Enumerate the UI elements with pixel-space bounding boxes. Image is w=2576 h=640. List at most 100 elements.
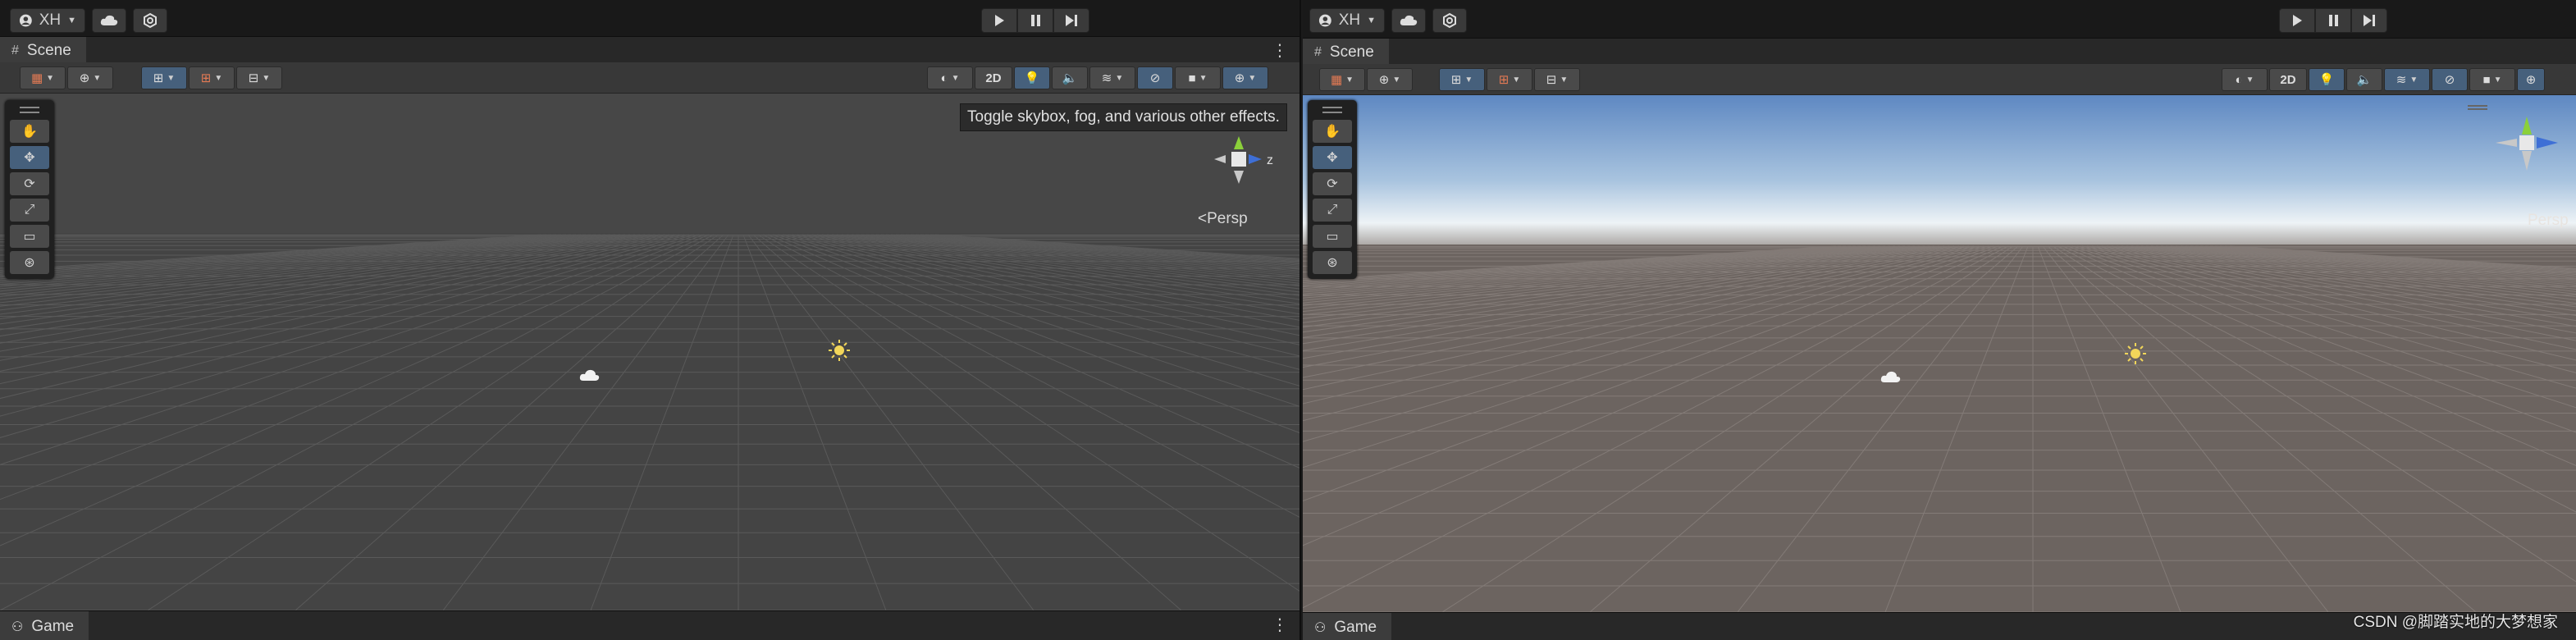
lighting-toggle-button[interactable]: 💡 [1014, 66, 1050, 89]
pause-button[interactable] [1017, 8, 1053, 33]
scene-toolbar: ▦ ▼ ⊕ ▼ ⊞ ▼ ⊞ ▼ ⊟ ▼ ◐ ▼ 2D 💡 🔈 ≋ ▼ ⊘ ■ ▼ ⊕ ▼ [0, 62, 1299, 94]
draw-mode-dropdown[interactable]: ▦ ▼ [20, 66, 66, 89]
cloud-skybox-icon[interactable] [1880, 369, 1902, 384]
scale-tool-button[interactable]: ⤢ [1313, 199, 1352, 222]
gizmos-icon: ⊕ [2525, 73, 2537, 87]
shading-mode-dropdown[interactable]: ◐ ▼ [927, 66, 973, 89]
2d-toggle-button[interactable]: 2D [975, 66, 1012, 89]
grid-icon: # [1314, 45, 1322, 59]
chevron-down-icon: ▼ [1464, 75, 1473, 85]
hand-tool-button[interactable]: ✋ [10, 120, 49, 143]
services-icon [1443, 12, 1456, 29]
increment-snap-dropdown[interactable]: ⊞ ▼ [1487, 68, 1532, 91]
global-local-dropdown[interactable]: ⊕ ▼ [67, 66, 113, 89]
scene-viewport[interactable]: ✋ ✥ ⟳ ⤢ ▭ ⊛ Persp [1303, 95, 2576, 612]
audio-toggle-button[interactable]: 🔈 [2346, 68, 2382, 91]
tab-game-label: Game [1334, 619, 1377, 636]
ruler-dropdown[interactable]: ⊟ ▼ [236, 66, 282, 89]
projection-label[interactable]: Persp [2528, 212, 2569, 230]
grid-snapping-dropdown[interactable]: ⊞ ▼ [1439, 68, 1485, 91]
move-tool-icon: ✥ [1327, 151, 1338, 165]
palette-grip[interactable] [1322, 107, 1342, 113]
lighting-toggle-button[interactable]: 💡 [2309, 68, 2345, 91]
camera-icon: ■ [2482, 72, 2491, 87]
visibility-toggle-button[interactable]: ⊘ [2432, 68, 2468, 91]
projection-label[interactable]: <Persp [1198, 210, 1248, 228]
shading-icon: ◐ [2235, 72, 2243, 87]
services-icon [144, 12, 157, 29]
orientation-gizmo[interactable] [2479, 112, 2569, 185]
overlay-grip[interactable] [2468, 105, 2487, 110]
play-icon [2293, 15, 2302, 26]
move-tool-button[interactable]: ✥ [1313, 146, 1352, 169]
grid-snap-icon: ⊞ [153, 71, 164, 85]
services-button[interactable] [133, 8, 167, 33]
global-local-dropdown[interactable]: ⊕ ▼ [1367, 68, 1413, 91]
grid-snapping-dropdown[interactable]: ⊞ ▼ [141, 66, 187, 89]
rect-tool-button[interactable]: ▭ [10, 225, 49, 248]
grid-snap-icon: ⊞ [1450, 73, 1462, 87]
shading-mode-dropdown[interactable]: ◐ ▼ [2222, 68, 2268, 91]
play-button[interactable] [981, 8, 1017, 33]
chevron-down-icon: ▼ [2245, 75, 2254, 85]
tool-palette: ✋ ✥ ⟳ ⤢ ▭ ⊛ [5, 100, 54, 279]
tab-scene[interactable]: # Scene [1303, 39, 1389, 65]
hand-tool-button[interactable]: ✋ [1313, 120, 1352, 143]
step-button[interactable] [1053, 8, 1089, 33]
2d-toggle-button[interactable]: 2D [2269, 68, 2307, 91]
audio-toggle-button[interactable]: 🔈 [1052, 66, 1088, 89]
orientation-gizmo[interactable]: z [1190, 130, 1288, 203]
camera-dropdown[interactable]: ■ ▼ [2469, 68, 2515, 91]
more-options-icon[interactable]: ⋮ [1272, 615, 1288, 635]
scale-tool-button[interactable]: ⤢ [10, 199, 49, 222]
chevron-down-icon: ▼ [1115, 73, 1124, 83]
rotate-tool-button[interactable]: ⟳ [10, 172, 49, 195]
pause-button[interactable] [2315, 8, 2351, 33]
move-tool-button[interactable]: ✥ [10, 146, 49, 169]
chevron-down-icon: ▼ [951, 73, 960, 83]
account-dropdown[interactable]: XH ▼ [10, 8, 85, 33]
scale-tool-icon: ⤢ [1327, 203, 1338, 217]
account-dropdown[interactable]: XH ▼ [1309, 8, 1385, 33]
effects-icon: ≋ [2396, 73, 2407, 87]
step-button[interactable] [2351, 8, 2387, 33]
transform-tool-button[interactable]: ⊛ [1313, 251, 1352, 274]
play-button[interactable] [2279, 8, 2315, 33]
camera-dropdown[interactable]: ■ ▼ [1175, 66, 1221, 89]
tab-game-label: Game [31, 618, 75, 635]
effects-dropdown[interactable]: ≋ ▼ [1089, 66, 1135, 89]
effects-dropdown[interactable]: ≋ ▼ [2384, 68, 2430, 91]
cloud-button[interactable] [1391, 8, 1426, 33]
rect-tool-icon: ▭ [1326, 230, 1339, 244]
palette-grip[interactable] [20, 107, 39, 113]
sun-icon[interactable] [2123, 341, 2148, 366]
gizmos-dropdown[interactable]: ⊕ [2517, 68, 2545, 91]
chevron-down-icon: ▼ [167, 73, 176, 83]
cloud-icon [1400, 15, 1418, 25]
rotate-tool-icon: ⟳ [1327, 177, 1338, 191]
draw-mode-icon: ▦ [30, 71, 43, 85]
play-controls [981, 8, 1089, 33]
sun-icon[interactable] [827, 338, 852, 363]
increment-snap-icon: ⊞ [1498, 73, 1510, 87]
ruler-dropdown[interactable]: ⊟ ▼ [1534, 68, 1580, 91]
cloud-button[interactable] [92, 8, 126, 33]
step-icon [2364, 15, 2375, 26]
services-button[interactable] [1432, 8, 1467, 33]
draw-mode-dropdown[interactable]: ▦ ▼ [1319, 68, 1365, 91]
tab-game[interactable]: ⚇ Game [0, 611, 89, 640]
cloud-skybox-icon[interactable] [579, 368, 601, 382]
visibility-toggle-button[interactable]: ⊘ [1137, 66, 1173, 89]
gamepad-icon: ⚇ [1314, 621, 1327, 635]
pause-icon [1031, 15, 1040, 26]
rotate-tool-button[interactable]: ⟳ [1313, 172, 1352, 195]
gizmos-dropdown[interactable]: ⊕ ▼ [1222, 66, 1268, 89]
scene-viewport[interactable]: ✋ ✥ ⟳ ⤢ ▭ ⊛ Toggle skybox, fog, and vari… [0, 94, 1299, 610]
more-options-icon[interactable]: ⋮ [1272, 40, 1288, 61]
rect-tool-button[interactable]: ▭ [1313, 225, 1352, 248]
tab-game[interactable]: ⚇ Game [1303, 613, 1392, 640]
left-editor-pane: XH ▼ # Scene ⋮ ▦ ▼ ⊕ ▼ ⊞ ▼ ⊞ ▼ ⊟ ▼ ◐ ▼ 2… [0, 0, 1301, 640]
increment-snap-dropdown[interactable]: ⊞ ▼ [189, 66, 235, 89]
transform-tool-button[interactable]: ⊛ [10, 251, 49, 274]
tab-scene[interactable]: # Scene [0, 37, 86, 63]
